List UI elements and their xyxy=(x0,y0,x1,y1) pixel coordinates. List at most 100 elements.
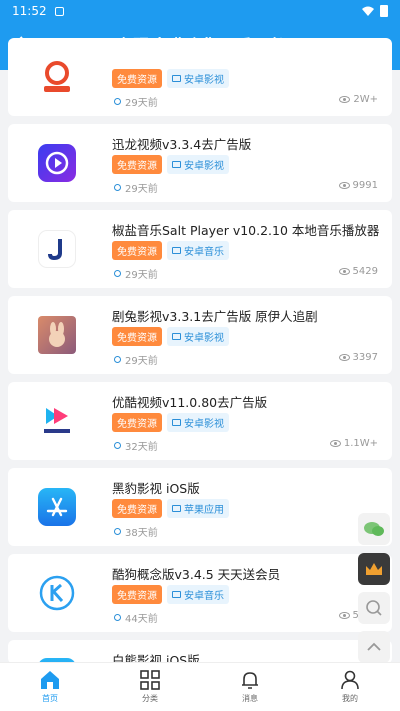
free-badge: 免费资源 xyxy=(112,413,162,432)
rabbit-logo-icon xyxy=(38,316,76,354)
item-title: 优酷视频v11.0.80去广告版 xyxy=(112,395,268,410)
category-badge[interactable]: 苹果应用 xyxy=(167,499,229,518)
list-item[interactable]: 优酷视频v11.0.80去广告版 免费资源 安卓影视 32天前 1.1W+ xyxy=(8,382,392,460)
time-label: 44天前 xyxy=(125,614,158,625)
item-views: 3397 xyxy=(338,352,378,363)
scroll-top-button[interactable] xyxy=(358,631,390,663)
item-title: 酷狗概念版v3.4.5 天天送会员 xyxy=(112,567,281,582)
tab-label: 消息 xyxy=(242,694,258,703)
views-label: 1.1W+ xyxy=(343,438,378,449)
views-label: 5429 xyxy=(352,266,378,277)
list-item[interactable]: 剧兔影视v3.3.1去广告版 原伊人追剧 免费资源 安卓影视 29天前 3397 xyxy=(8,296,392,374)
item-title: 椒盐音乐Salt Player v10.2.10 本地音乐播放器 xyxy=(112,223,380,238)
notification-icon xyxy=(54,6,64,16)
tab-messages[interactable]: 消息 xyxy=(200,663,300,711)
category-label: 安卓影视 xyxy=(184,75,224,86)
item-views: 1.1W+ xyxy=(329,438,378,449)
item-time: 29天前 xyxy=(114,352,158,367)
tab-label: 分类 xyxy=(142,694,158,703)
time-label: 29天前 xyxy=(125,98,158,109)
folder-icon xyxy=(172,161,181,168)
time-label: 29天前 xyxy=(125,270,158,281)
category-label: 苹果应用 xyxy=(184,505,224,516)
tab-category[interactable]: 分类 xyxy=(100,663,200,711)
tab-mine[interactable]: 我的 xyxy=(300,663,400,711)
time-label: 29天前 xyxy=(125,356,158,367)
app-store-icon xyxy=(38,488,76,526)
time-label: 32天前 xyxy=(125,442,158,453)
eye-icon xyxy=(338,268,350,275)
wifi-icon xyxy=(362,6,374,16)
tab-home[interactable]: 首页 xyxy=(0,663,100,711)
bell-icon xyxy=(242,672,258,689)
play-logo-icon xyxy=(38,144,76,182)
eye-icon xyxy=(339,96,351,103)
views-label: 2W+ xyxy=(353,94,378,105)
item-time: 29天前 xyxy=(114,180,158,195)
free-badge: 免费资源 xyxy=(112,327,162,346)
bottom-tab-bar: 首页 分类 消息 我的 xyxy=(0,662,400,711)
category-badge[interactable]: 安卓音乐 xyxy=(167,241,229,260)
list-item[interactable]: 椒盐音乐Salt Player v10.2.10 本地音乐播放器 免费资源 安卓… xyxy=(8,210,392,288)
category-label: 安卓影视 xyxy=(184,161,224,172)
category-badge[interactable]: 安卓音乐 xyxy=(167,585,229,604)
list-item[interactable]: 酷狗概念版v3.4.5 天天送会员 免费资源 安卓音乐 44天前 5585 xyxy=(8,554,392,632)
clock-icon xyxy=(114,614,121,621)
clock-icon xyxy=(114,270,121,277)
folder-icon xyxy=(172,591,181,598)
free-badge: 免费资源 xyxy=(112,241,162,260)
home-icon xyxy=(41,671,59,689)
user-icon xyxy=(341,670,359,690)
search-icon xyxy=(366,600,382,616)
list-item[interactable]: 白熊影视 iOS版 xyxy=(8,640,392,664)
category-label: 安卓音乐 xyxy=(184,247,224,258)
item-views: 5429 xyxy=(338,266,378,277)
list-item[interactable]: 黑豹影视 iOS版 免费资源 苹果应用 38天前 xyxy=(8,468,392,546)
vip-button[interactable] xyxy=(358,553,390,585)
category-badge[interactable]: 安卓影视 xyxy=(167,155,229,174)
category-label: 安卓影视 xyxy=(184,333,224,344)
clock-icon xyxy=(114,184,121,191)
item-time: 32天前 xyxy=(114,438,158,453)
free-badge: 免费资源 xyxy=(112,585,162,604)
item-title: 剧兔影视v3.3.1去广告版 原伊人追剧 xyxy=(112,309,318,324)
item-time: 38天前 xyxy=(114,524,158,539)
status-bar: 11:52 xyxy=(0,0,400,22)
chevron-up-icon xyxy=(367,642,381,651)
tab-label: 首页 xyxy=(42,694,58,703)
kugou-logo-icon xyxy=(38,574,76,612)
eye-icon xyxy=(329,440,341,447)
item-title: 迅龙视频v3.3.4去广告版 xyxy=(112,137,252,152)
category-label: 安卓音乐 xyxy=(184,591,224,602)
eye-icon xyxy=(338,612,350,619)
wechat-icon xyxy=(364,522,384,536)
item-time: 29天前 xyxy=(114,94,158,109)
battery-icon xyxy=(380,5,388,17)
youku-logo-icon xyxy=(38,402,76,440)
folder-icon xyxy=(172,75,181,82)
time-label: 38天前 xyxy=(125,528,158,539)
category-label: 安卓影视 xyxy=(184,419,224,430)
category-badge[interactable]: 安卓影视 xyxy=(167,413,229,432)
eye-icon xyxy=(338,182,350,189)
list-item[interactable]: 迅龙视频v3.3.4去广告版 免费资源 安卓影视 29天前 9991 xyxy=(8,124,392,202)
tab-label: 我的 xyxy=(342,694,358,703)
free-badge: 免费资源 xyxy=(112,499,162,518)
folder-icon xyxy=(172,505,181,512)
status-time: 11:52 xyxy=(12,4,47,18)
red-record-logo-icon xyxy=(38,58,76,96)
clock-icon xyxy=(114,356,121,363)
wechat-button[interactable] xyxy=(358,513,390,545)
crown-icon xyxy=(366,563,382,575)
category-badge[interactable]: 安卓影视 xyxy=(167,327,229,346)
views-label: 3397 xyxy=(352,352,378,363)
category-badge[interactable]: 安卓影视 xyxy=(167,69,229,88)
list-item[interactable]: 免费资源 安卓影视 29天前 2W+ xyxy=(8,38,392,116)
eye-icon xyxy=(338,354,350,361)
clock-icon xyxy=(114,98,121,105)
free-badge: 免费资源 xyxy=(112,155,162,174)
folder-icon xyxy=(172,333,181,340)
views-label: 9991 xyxy=(352,180,378,191)
search-button[interactable] xyxy=(358,592,390,624)
item-time: 29天前 xyxy=(114,266,158,281)
